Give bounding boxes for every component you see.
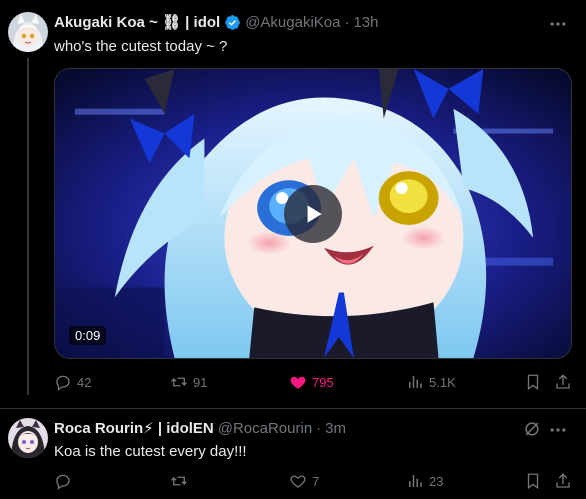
share-icon bbox=[556, 473, 570, 488]
more-icon[interactable] bbox=[548, 14, 568, 34]
separator-dot: · bbox=[344, 13, 350, 31]
repost-button[interactable]: 91 bbox=[170, 370, 207, 394]
tweet-header: Akugaki Koa ~ ⛓ | idol @AkugakiKoa · 13h bbox=[54, 13, 379, 32]
views-icon bbox=[409, 376, 422, 388]
heart-icon bbox=[290, 475, 306, 488]
tweet-header: Roca Rourin⚡ | idolEN @RocaRourin · 3m bbox=[54, 419, 346, 438]
play-icon bbox=[307, 205, 322, 223]
main-tweet[interactable]: Akugaki Koa ~ ⛓ | idol @AkugakiKoa · 13h… bbox=[0, 0, 586, 408]
like-count: 7 bbox=[312, 473, 320, 489]
play-button[interactable] bbox=[284, 185, 342, 243]
views-count: 5.1K bbox=[429, 374, 456, 390]
views-button[interactable]: 23 bbox=[406, 469, 443, 493]
reply-button[interactable] bbox=[54, 469, 77, 493]
repost-icon bbox=[171, 377, 187, 387]
bookmark-button[interactable] bbox=[524, 370, 542, 394]
more-icon[interactable] bbox=[548, 420, 568, 440]
grok-icon[interactable] bbox=[522, 419, 542, 439]
bookmark-icon bbox=[527, 374, 539, 391]
reply-icon bbox=[56, 474, 70, 490]
reply-icon bbox=[56, 375, 70, 391]
avatar[interactable] bbox=[8, 12, 48, 52]
separator-dot: · bbox=[316, 419, 322, 437]
handle[interactable]: @RocaRourin bbox=[218, 420, 312, 437]
reply-button[interactable]: 42 bbox=[54, 370, 91, 394]
video-duration: 0:09 bbox=[69, 326, 107, 345]
action-bar: 42 91 795 5.1K bbox=[54, 370, 572, 394]
timestamp[interactable]: 3m bbox=[325, 420, 346, 437]
heart-icon bbox=[290, 376, 306, 389]
like-button[interactable]: 795 bbox=[289, 370, 334, 394]
reply-count: 42 bbox=[77, 374, 92, 390]
handle[interactable]: @AkugakiKoa bbox=[245, 14, 340, 31]
bookmark-icon bbox=[527, 473, 539, 490]
tweet-text: who's the cutest today ~ ? bbox=[54, 38, 228, 55]
action-bar: 7 23 bbox=[54, 469, 572, 493]
timestamp[interactable]: 13h bbox=[353, 14, 378, 31]
views-button[interactable]: 5.1K bbox=[406, 370, 456, 394]
repost-button[interactable] bbox=[170, 469, 193, 493]
tweet-text: Koa is the cutest every day!!! bbox=[54, 443, 247, 460]
avatar[interactable] bbox=[8, 418, 48, 458]
views-icon bbox=[409, 475, 422, 487]
share-button[interactable] bbox=[554, 469, 572, 493]
share-button[interactable] bbox=[554, 370, 572, 394]
display-name[interactable]: Akugaki Koa ~ ⛓ | idol bbox=[54, 13, 220, 31]
share-icon bbox=[556, 374, 570, 389]
video-player[interactable]: 0:09 bbox=[54, 68, 572, 359]
like-count: 795 bbox=[312, 374, 334, 390]
repost-count: 91 bbox=[193, 374, 208, 390]
like-button[interactable]: 7 bbox=[289, 469, 319, 493]
bookmark-button[interactable] bbox=[524, 469, 542, 493]
views-count: 23 bbox=[429, 473, 444, 489]
display-name[interactable]: Roca Rourin⚡ | idolEN bbox=[54, 419, 214, 437]
verified-badge-icon bbox=[225, 14, 241, 30]
repost-icon bbox=[171, 476, 187, 486]
reply-tweet[interactable]: Roca Rourin⚡ | idolEN @RocaRourin · 3m K… bbox=[0, 408, 586, 499]
